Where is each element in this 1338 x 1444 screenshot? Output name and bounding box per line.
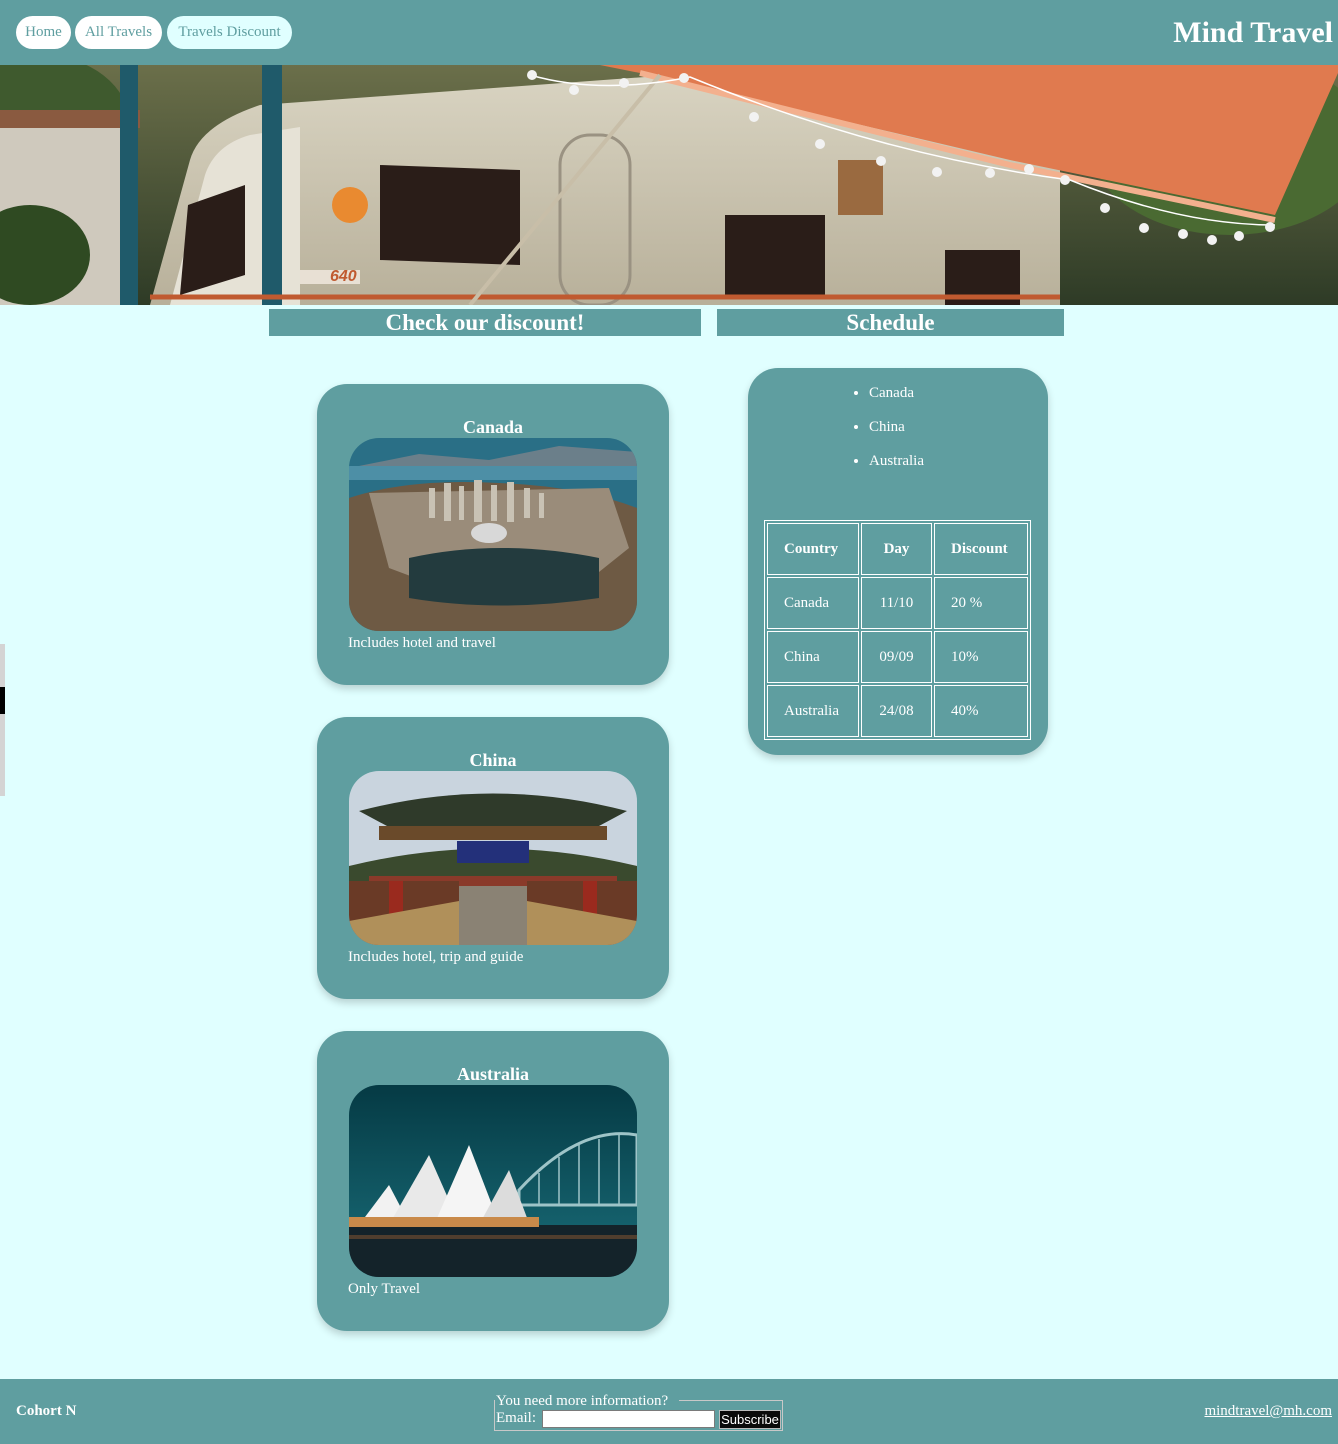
hero-banner-image: 640 [0, 65, 1338, 305]
table-cell: 11/10 [861, 577, 932, 629]
list-item: Canada [869, 382, 924, 416]
brand-title: Mind Travel [1173, 16, 1333, 49]
list-item: China [869, 416, 924, 450]
china-gate-image [349, 771, 637, 945]
australia-opera-image [349, 1085, 637, 1277]
card-description: Only Travel [348, 1281, 421, 1297]
schedule-country-list: Canada China Australia [848, 382, 924, 484]
canada-city-image [349, 438, 637, 631]
schedule-section-title: Schedule [717, 309, 1064, 336]
caravan-number-text: 640 [330, 268, 357, 285]
table-cell: 20 % [934, 577, 1028, 629]
card-description: Includes hotel, trip and guide [348, 949, 524, 965]
table-cell: 40% [934, 685, 1028, 737]
nav-home-button[interactable]: Home [16, 16, 71, 49]
left-edge-scrollbar[interactable] [0, 644, 5, 796]
subscribe-button[interactable]: Subscribe [719, 1410, 781, 1429]
travel-card-china[interactable]: China Includes hotel, trip and guide [317, 717, 669, 999]
table-row: Australia 24/08 40% [767, 685, 1028, 737]
table-cell: 09/09 [861, 631, 932, 683]
email-label: Email: [496, 1410, 536, 1426]
left-edge-scroll-thumb[interactable] [0, 687, 5, 714]
contact-email-link[interactable]: mindtravel@mh.com [1204, 1403, 1332, 1420]
column-header-discount: Discount [934, 523, 1028, 575]
cohort-label: Cohort N [16, 1403, 77, 1419]
card-title: China [469, 750, 517, 770]
site-header: Home All Travels Travels Discount Mind T… [0, 0, 1338, 65]
fieldset-border [679, 1400, 782, 1401]
newsletter-fieldset: You need more information? Email: Subscr… [494, 1393, 783, 1431]
card-title: Canada [462, 417, 524, 437]
nav-travels-discount-button[interactable]: Travels Discount [167, 16, 292, 49]
discount-table: Country Day Discount Canada 11/10 20 % C… [764, 520, 1031, 740]
travel-card-australia[interactable]: Australia Only Travel [317, 1031, 669, 1331]
column-header-day: Day [861, 523, 932, 575]
list-item: Australia [869, 450, 924, 484]
table-cell: Canada [767, 577, 859, 629]
travel-card-canada[interactable]: Canada Includes hotel and travel [317, 384, 669, 685]
card-title: Australia [457, 1064, 529, 1084]
discount-section-title: Check our discount! [269, 309, 701, 336]
nav-all-travels-button[interactable]: All Travels [75, 16, 162, 49]
email-input[interactable] [542, 1410, 715, 1428]
table-header-row: Country Day Discount [767, 523, 1028, 575]
schedule-panel: Canada China Australia Country Day Disco… [748, 368, 1048, 755]
table-row: China 09/09 10% [767, 631, 1028, 683]
table-cell: 24/08 [861, 685, 932, 737]
newsletter-legend: You need more information? [496, 1393, 671, 1409]
table-cell: China [767, 631, 859, 683]
column-header-country: Country [767, 523, 859, 575]
table-cell: 10% [934, 631, 1028, 683]
site-footer: Cohort N You need more information? Emai… [0, 1379, 1338, 1444]
table-row: Canada 11/10 20 % [767, 577, 1028, 629]
card-description: Includes hotel and travel [348, 635, 496, 651]
table-cell: Australia [767, 685, 859, 737]
